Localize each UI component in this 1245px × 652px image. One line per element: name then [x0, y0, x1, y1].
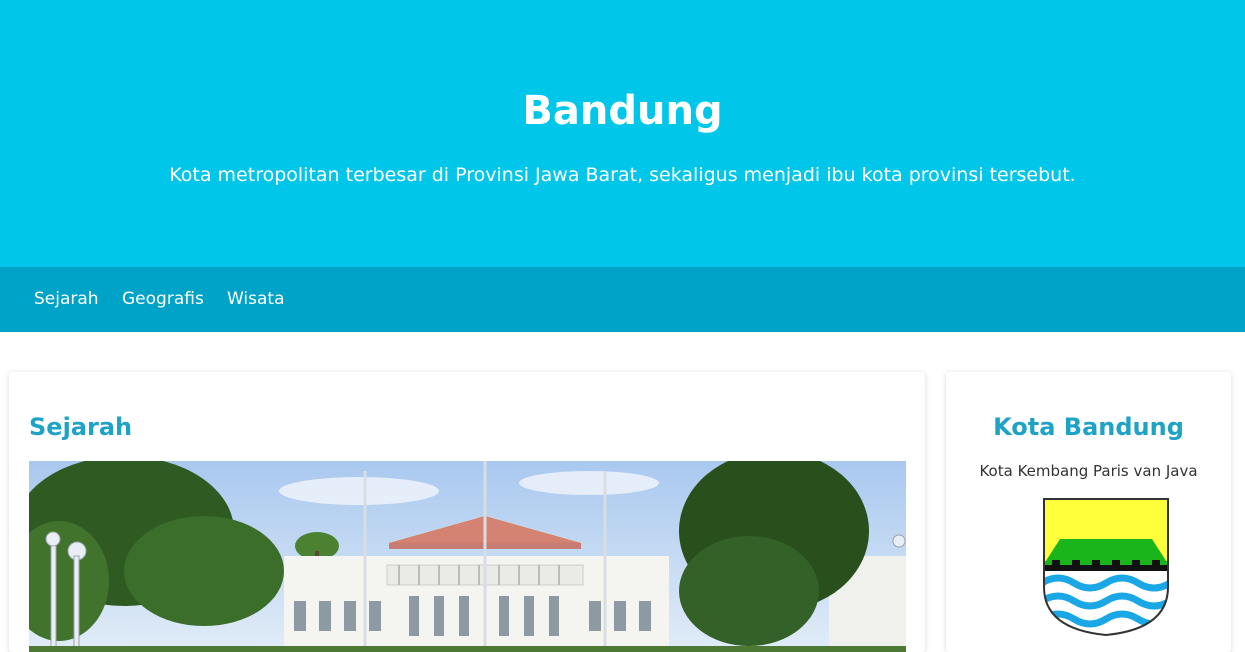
section-title: Sejarah — [29, 413, 133, 441]
main-nav: Sejarah Geografis Wisata — [0, 267, 1245, 332]
nav-link-wisata[interactable]: Wisata — [227, 287, 285, 311]
nav-link-geografis[interactable]: Geografis — [122, 287, 204, 311]
city-name: Kota Bandung — [993, 413, 1184, 441]
history-card: Sejarah — [9, 372, 925, 652]
city-info-card: Kota Bandung Kota Kembang Paris van Java — [946, 372, 1231, 652]
nav-link-sejarah[interactable]: Sejarah — [34, 287, 99, 311]
page-title: Bandung — [522, 88, 723, 134]
gedung-sate-photo — [29, 461, 906, 652]
page-subtitle: Kota metropolitan terbesar di Provinsi J… — [169, 164, 1076, 186]
city-tagline: Kota Kembang Paris van Java — [979, 462, 1198, 480]
coat-of-arms-image — [1042, 497, 1170, 637]
hero-header: Bandung Kota metropolitan terbesar di Pr… — [0, 0, 1245, 267]
